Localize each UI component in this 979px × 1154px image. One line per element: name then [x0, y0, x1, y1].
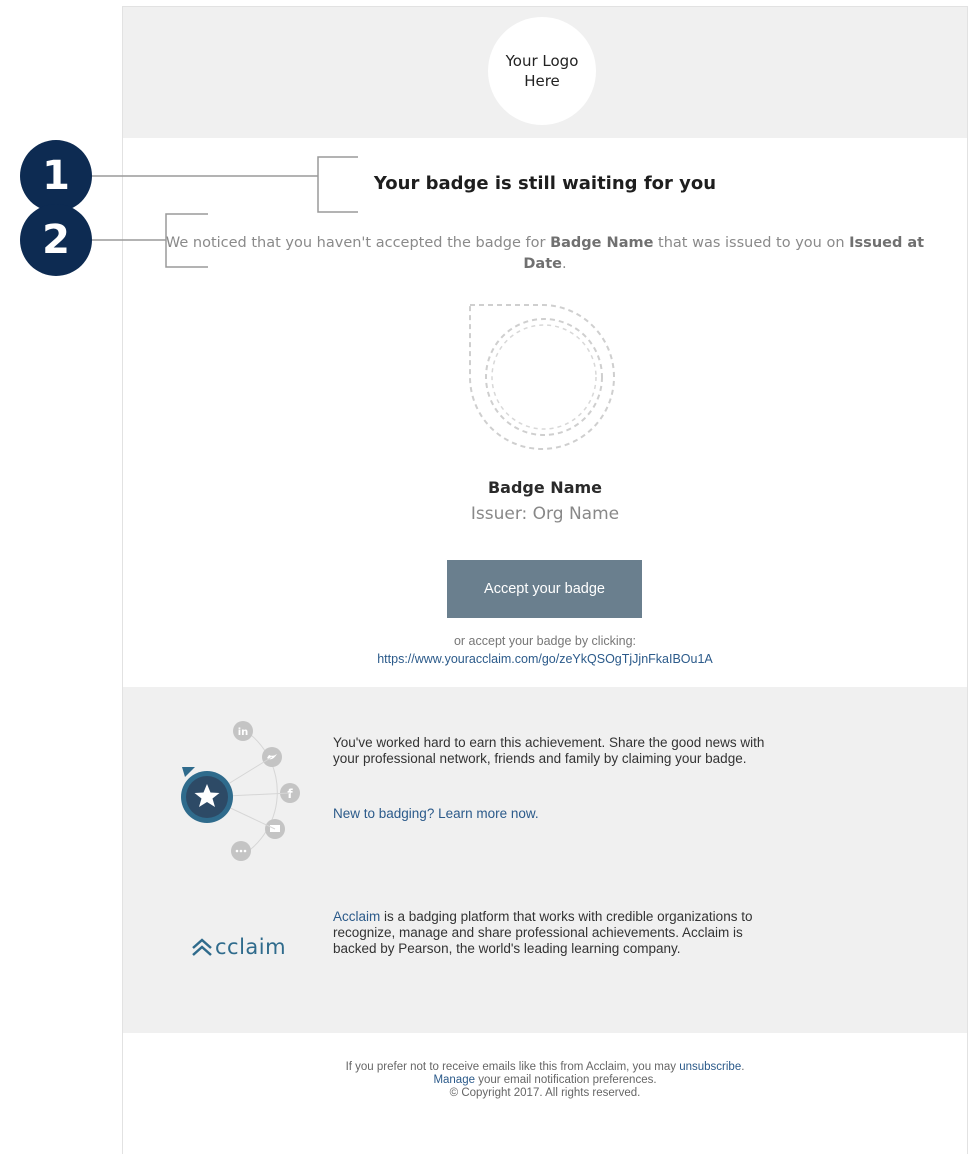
email-footer: If you prefer not to receive emails like…	[123, 1061, 967, 1100]
email-title: Your badge is still waiting for you	[373, 173, 717, 194]
intro-badge-name: Badge Name	[550, 235, 654, 251]
logo-line2: Here	[524, 72, 560, 90]
callout-1: 1	[20, 140, 92, 212]
footer-line1-text: If you prefer not to receive emails like…	[345, 1061, 680, 1073]
footer-line2-text: your email notification preferences.	[475, 1074, 657, 1086]
acclaim-logo: cclaim	[191, 935, 286, 959]
linkedin-icon: in	[233, 721, 253, 741]
learn-more-link[interactable]: New to badging? Learn more now.	[333, 806, 539, 821]
acclaim-logo-text: cclaim	[215, 935, 287, 959]
acclaim-chevron-icon	[192, 938, 212, 956]
footer-copyright: © Copyright 2017. All rights reserved.	[449, 1087, 641, 1099]
alternate-accept-text: or accept your badge by clicking:	[453, 634, 637, 648]
info-section: in f You've worked hard to earn this ach…	[123, 687, 967, 1033]
acclaim-link[interactable]: Acclaim	[333, 909, 380, 924]
manage-link[interactable]: Manage	[433, 1074, 475, 1086]
intro-end: .	[561, 256, 567, 272]
intro-text: We noticed that you haven't accepted the…	[163, 233, 927, 275]
email-header: Your Logo Here	[123, 7, 967, 138]
logo-placeholder: Your Logo Here	[488, 17, 596, 125]
share-network-graphic: in f	[181, 721, 300, 861]
logo-line1: Your Logo	[505, 52, 579, 70]
acclaim-text: is a badging platform that works with cr…	[333, 909, 753, 956]
badge-name: Badge Name	[487, 478, 603, 497]
accept-badge-button[interactable]: Accept your badge	[447, 560, 642, 618]
callout-2: 2	[20, 204, 92, 276]
intro-part2: that was issued to you on	[653, 235, 850, 251]
star-badge-icon	[181, 771, 233, 823]
footer-line1: If you prefer not to receive emails like…	[123, 1061, 967, 1074]
badge-issuer: Issuer: Org Name	[470, 504, 620, 524]
badge-placeholder-image	[469, 304, 615, 450]
svg-text:f: f	[287, 787, 293, 801]
footer-line2: Manage your email notification preferenc…	[123, 1074, 967, 1087]
email-container: Your Logo Here Your badge is still waitin…	[122, 6, 968, 1154]
footer-line1-end: .	[741, 1061, 745, 1073]
more-icon	[231, 841, 251, 861]
intro-part1: We noticed that you haven't accepted the…	[165, 235, 551, 251]
share-description: You've worked hard to earn this achievem…	[333, 735, 765, 766]
acclaim-description: Acclaim is a badging platform that works…	[333, 909, 773, 957]
unsubscribe-link[interactable]: unsubscribe	[679, 1061, 741, 1073]
accept-badge-link[interactable]: https://www.youracclaim.com/go/zeYkQSOgT…	[123, 652, 967, 666]
svg-text:in: in	[238, 727, 249, 738]
